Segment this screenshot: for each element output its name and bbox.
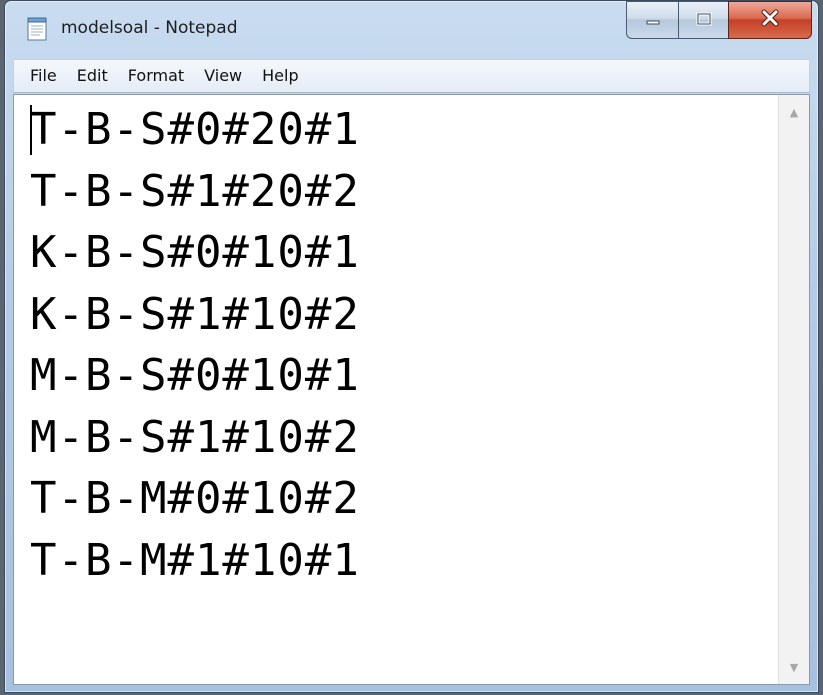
menu-bar: File Edit Format View Help bbox=[13, 59, 810, 93]
window-title: modelsoal - Notepad bbox=[61, 18, 238, 38]
menu-view[interactable]: View bbox=[194, 61, 252, 91]
text-caret bbox=[30, 105, 32, 155]
text-line-5: M-B-S#0#10#1 bbox=[30, 350, 360, 401]
text-line-3: K-B-S#0#10#1 bbox=[30, 227, 360, 278]
vertical-scrollbar[interactable]: ▲ ▼ bbox=[778, 95, 809, 684]
menu-help[interactable]: Help bbox=[252, 61, 308, 91]
text-line-4: K-B-S#1#10#2 bbox=[30, 288, 360, 340]
close-button[interactable] bbox=[728, 1, 812, 39]
minimize-icon bbox=[645, 11, 661, 30]
text-editor[interactable]: T-B-S#0#20#1 T-B-S#1#20#2 K-B-S#0#10#1 K… bbox=[13, 94, 810, 685]
close-icon bbox=[760, 9, 780, 31]
text-line-2: T-B-S#1#20#2 bbox=[30, 165, 360, 217]
maximize-icon bbox=[696, 11, 712, 30]
minimize-button[interactable] bbox=[626, 1, 678, 39]
text-line-6: M-B-S#1#10#2 bbox=[30, 411, 360, 463]
notepad-icon[interactable] bbox=[27, 17, 47, 41]
menu-edit[interactable]: Edit bbox=[67, 61, 118, 91]
notepad-window: modelsoal - Notepad File Edit Format Vie… bbox=[4, 0, 819, 693]
menu-format[interactable]: Format bbox=[118, 61, 194, 91]
text-line-1: T-B-S#0#20#1 bbox=[30, 104, 360, 155]
editor-text-area[interactable]: T-B-S#0#20#1 T-B-S#1#20#2 K-B-S#0#10#1 K… bbox=[14, 95, 779, 684]
maximize-button[interactable] bbox=[678, 1, 728, 39]
text-line-8: T-B-M#1#10#1 bbox=[30, 534, 360, 586]
title-bar[interactable]: modelsoal - Notepad bbox=[5, 1, 818, 57]
menu-file[interactable]: File bbox=[20, 61, 67, 91]
text-line-7: T-B-M#0#10#2 bbox=[30, 473, 360, 524]
scroll-up-arrow-icon[interactable]: ▲ bbox=[779, 99, 809, 125]
caption-buttons bbox=[626, 1, 812, 41]
scroll-down-arrow-icon[interactable]: ▼ bbox=[779, 654, 809, 680]
